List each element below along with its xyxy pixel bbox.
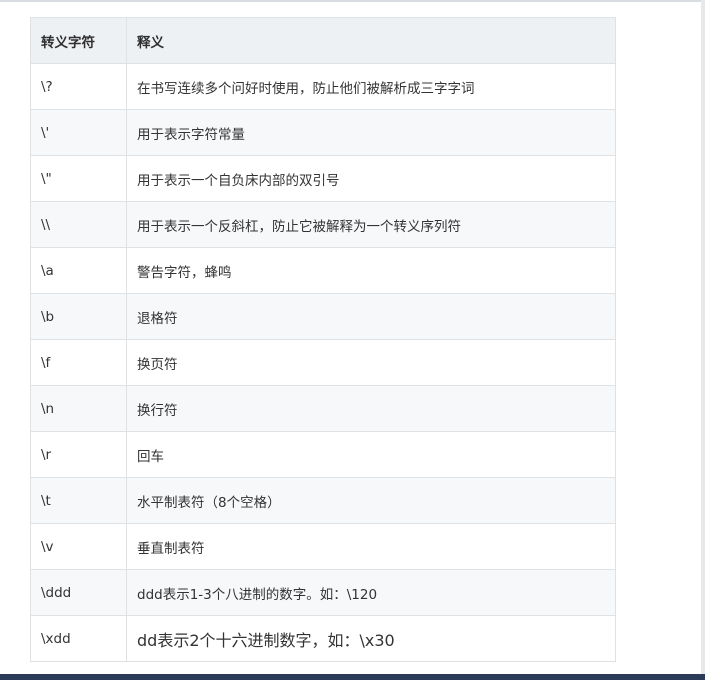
- header-escape-char: 转义字符: [30, 17, 127, 64]
- escape-code: \b: [30, 293, 127, 340]
- top-edge: [0, 0, 705, 2]
- table-row: \r 回车: [30, 431, 616, 478]
- document-page: 转义字符 释义 \? 在书写连续多个问好时使用，防止他们被解析成三字字词 \' …: [0, 0, 705, 674]
- escape-meaning: dd表示2个十六进制数字，如：\x30: [126, 615, 616, 662]
- escape-meaning: 用于表示字符常量: [126, 109, 616, 156]
- escape-characters-table: 转义字符 释义 \? 在书写连续多个问好时使用，防止他们被解析成三字字词 \' …: [30, 17, 616, 662]
- table-row: \b 退格符: [30, 293, 616, 340]
- escape-code: \v: [30, 523, 127, 570]
- table-row: \v 垂直制表符: [30, 523, 616, 570]
- escape-meaning: 用于表示一个自负床内部的双引号: [126, 155, 616, 202]
- escape-code: \ddd: [30, 569, 127, 616]
- table-row: \\ 用于表示一个反斜杠，防止它被解释为一个转义序列符: [30, 201, 616, 248]
- table-row: \" 用于表示一个自负床内部的双引号: [30, 155, 616, 202]
- escape-code: \t: [30, 477, 127, 524]
- escape-meaning: 用于表示一个反斜杠，防止它被解释为一个转义序列符: [126, 201, 616, 248]
- escape-meaning: 水平制表符（8个空格）: [126, 477, 616, 524]
- escape-code: \f: [30, 339, 127, 386]
- table-row: \a 警告字符，蜂鸣: [30, 247, 616, 294]
- escape-meaning: ddd表示1-3个八进制的数字。如：\120: [126, 569, 616, 616]
- escape-code: \n: [30, 385, 127, 432]
- escape-meaning: 警告字符，蜂鸣: [126, 247, 616, 294]
- escape-code: \': [30, 109, 127, 156]
- escape-meaning: 退格符: [126, 293, 616, 340]
- escape-meaning: 垂直制表符: [126, 523, 616, 570]
- table-header-row: 转义字符 释义: [30, 17, 616, 64]
- table-row: \xdd dd表示2个十六进制数字，如：\x30: [30, 615, 616, 662]
- table-row: \' 用于表示字符常量: [30, 109, 616, 156]
- table-row: \? 在书写连续多个问好时使用，防止他们被解析成三字字词: [30, 63, 616, 110]
- escape-meaning: 在书写连续多个问好时使用，防止他们被解析成三字字词: [126, 63, 616, 110]
- escape-code: \a: [30, 247, 127, 294]
- table-row: \ddd ddd表示1-3个八进制的数字。如：\120: [30, 569, 616, 616]
- escape-code: \xdd: [30, 615, 127, 662]
- escape-meaning: 换行符: [126, 385, 616, 432]
- escape-meaning: 换页符: [126, 339, 616, 386]
- escape-code: \r: [30, 431, 127, 478]
- escape-meaning: 回车: [126, 431, 616, 478]
- table-row: \f 换页符: [30, 339, 616, 386]
- right-edge: [701, 0, 705, 674]
- table-row: \n 换行符: [30, 385, 616, 432]
- escape-code: \?: [30, 63, 127, 110]
- escape-code: \\: [30, 201, 127, 248]
- escape-code: \": [30, 155, 127, 202]
- bottom-bar: [0, 674, 705, 680]
- table-row: \t 水平制表符（8个空格）: [30, 477, 616, 524]
- header-meaning: 释义: [126, 17, 616, 64]
